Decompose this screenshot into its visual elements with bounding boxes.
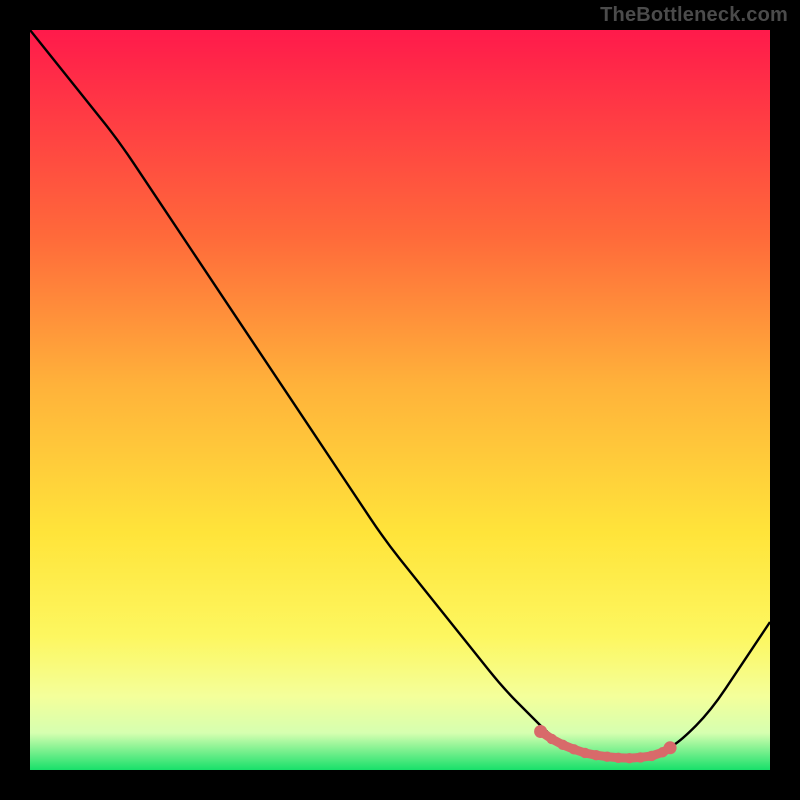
highlight-dot — [558, 740, 568, 750]
watermark-label: TheBottleneck.com — [600, 4, 788, 27]
plot-area — [30, 30, 770, 770]
highlight-dot — [534, 725, 547, 738]
chart-svg — [30, 30, 770, 770]
chart-stage: TheBottleneck.com — [0, 0, 800, 800]
highlight-dot — [624, 753, 634, 763]
highlight-dot — [580, 748, 590, 758]
highlight-dot — [664, 741, 677, 754]
highlight-dot — [547, 734, 557, 744]
gradient-background — [30, 30, 770, 770]
highlight-dot — [635, 752, 645, 762]
highlight-dot — [613, 753, 623, 763]
highlight-dot — [646, 751, 656, 761]
highlight-dot — [602, 751, 612, 761]
highlight-dot — [591, 750, 601, 760]
highlight-dot — [569, 744, 579, 754]
